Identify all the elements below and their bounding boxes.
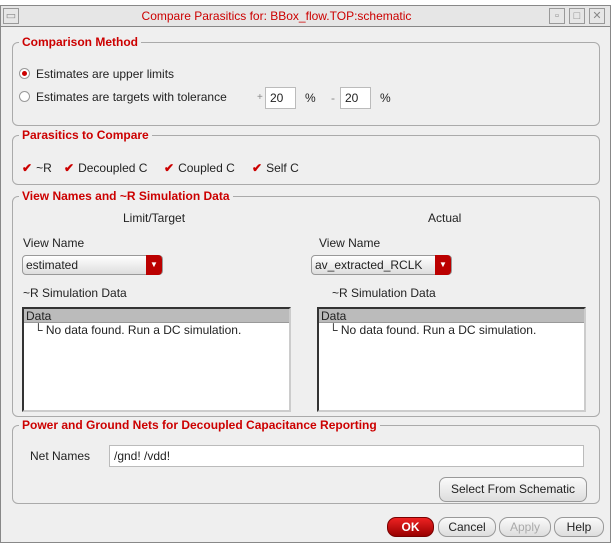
check-icon: ✔ [64, 161, 75, 175]
upper-limits-label: Estimates are upper limits [36, 67, 175, 81]
check-icon: ✔ [252, 161, 263, 175]
right-sim-data-list[interactable]: Data └ No data found. Run a DC simulatio… [317, 307, 586, 412]
checkbox-r[interactable]: ✔ ~R [22, 161, 52, 175]
upper-limits-radio[interactable] [19, 68, 30, 79]
left-sim-data-list[interactable]: Data └ No data found. Run a DC simulatio… [22, 307, 291, 412]
actual-heading: Actual [428, 211, 462, 225]
check-icon: ✔ [22, 161, 33, 175]
window-title: Compare Parasitics for: BBox_flow.TOP:sc… [141, 9, 412, 23]
group-title: Power and Ground Nets for Decoupled Capa… [19, 418, 380, 432]
select-value: av_extracted_RCLK [315, 258, 423, 272]
view-name-label: View Name [23, 236, 85, 250]
select-value: estimated [26, 258, 79, 272]
tolerance-radio[interactable] [19, 91, 30, 102]
close-button[interactable]: ✕ [589, 8, 605, 24]
select-from-schematic-button[interactable]: Select From Schematic [439, 477, 587, 502]
parasitics-group: Parasitics to Compare [12, 128, 600, 185]
chevron-down-icon: ▼ [146, 255, 162, 275]
column-header[interactable]: Data [319, 309, 584, 323]
group-title: Comparison Method [19, 35, 141, 49]
checkbox-label: Self C [266, 161, 299, 175]
list-item-text: No data found. Run a DC simulation. [340, 323, 537, 337]
minus-sign: - [331, 91, 335, 105]
check-icon: ✔ [164, 161, 175, 175]
group-title: Parasitics to Compare [19, 128, 152, 142]
dialog-window: ▭ Compare Parasitics for: BBox_flow.TOP:… [0, 5, 611, 543]
minimize-button[interactable]: ▫ [549, 8, 565, 24]
maximize-button[interactable]: □ [569, 8, 585, 24]
checkbox-coupled-c[interactable]: ✔ Coupled C [164, 161, 235, 175]
list-item[interactable]: └ No data found. Run a DC simulation. [319, 323, 584, 337]
view-name-label: View Name [319, 236, 381, 250]
minus-tolerance-input[interactable]: 20 [340, 87, 371, 109]
checkbox-self-c[interactable]: ✔ Self C [252, 161, 299, 175]
checkbox-label: Coupled C [178, 161, 235, 175]
right-view-select[interactable]: av_extracted_RCLK ▼ [311, 255, 452, 275]
checkbox-label: ~R [36, 161, 52, 175]
list-item[interactable]: └ No data found. Run a DC simulation. [24, 323, 289, 337]
cancel-button[interactable]: Cancel [438, 517, 496, 537]
list-item-text: No data found. Run a DC simulation. [45, 323, 242, 337]
help-button[interactable]: Help [554, 517, 604, 537]
plus-tolerance-input[interactable]: 20 [265, 87, 296, 109]
net-names-label: Net Names [30, 449, 91, 463]
ok-button[interactable]: OK [387, 517, 434, 537]
checkbox-decoupled-c[interactable]: ✔ Decoupled C [64, 161, 147, 175]
left-view-select[interactable]: estimated ▼ [22, 255, 163, 275]
apply-button[interactable]: Apply [499, 517, 551, 537]
plus-sign: + [257, 92, 263, 103]
percent-label: % [305, 91, 316, 105]
percent-label: % [380, 91, 391, 105]
group-title: View Names and ~R Simulation Data [19, 189, 233, 203]
comparison-method-group: Comparison Method [12, 35, 600, 126]
limit-target-heading: Limit/Target [123, 211, 186, 225]
window-menu-button[interactable]: ▭ [3, 8, 19, 24]
title-bar: ▭ Compare Parasitics for: BBox_flow.TOP:… [1, 6, 610, 27]
checkbox-label: Decoupled C [78, 161, 148, 175]
sim-data-label: ~R Simulation Data [23, 286, 127, 300]
tolerance-label: Estimates are targets with tolerance [36, 90, 227, 104]
sim-data-label: ~R Simulation Data [332, 286, 436, 300]
chevron-down-icon: ▼ [435, 255, 451, 275]
column-header[interactable]: Data [24, 309, 289, 323]
net-names-input[interactable]: /gnd! /vdd! [109, 445, 584, 467]
